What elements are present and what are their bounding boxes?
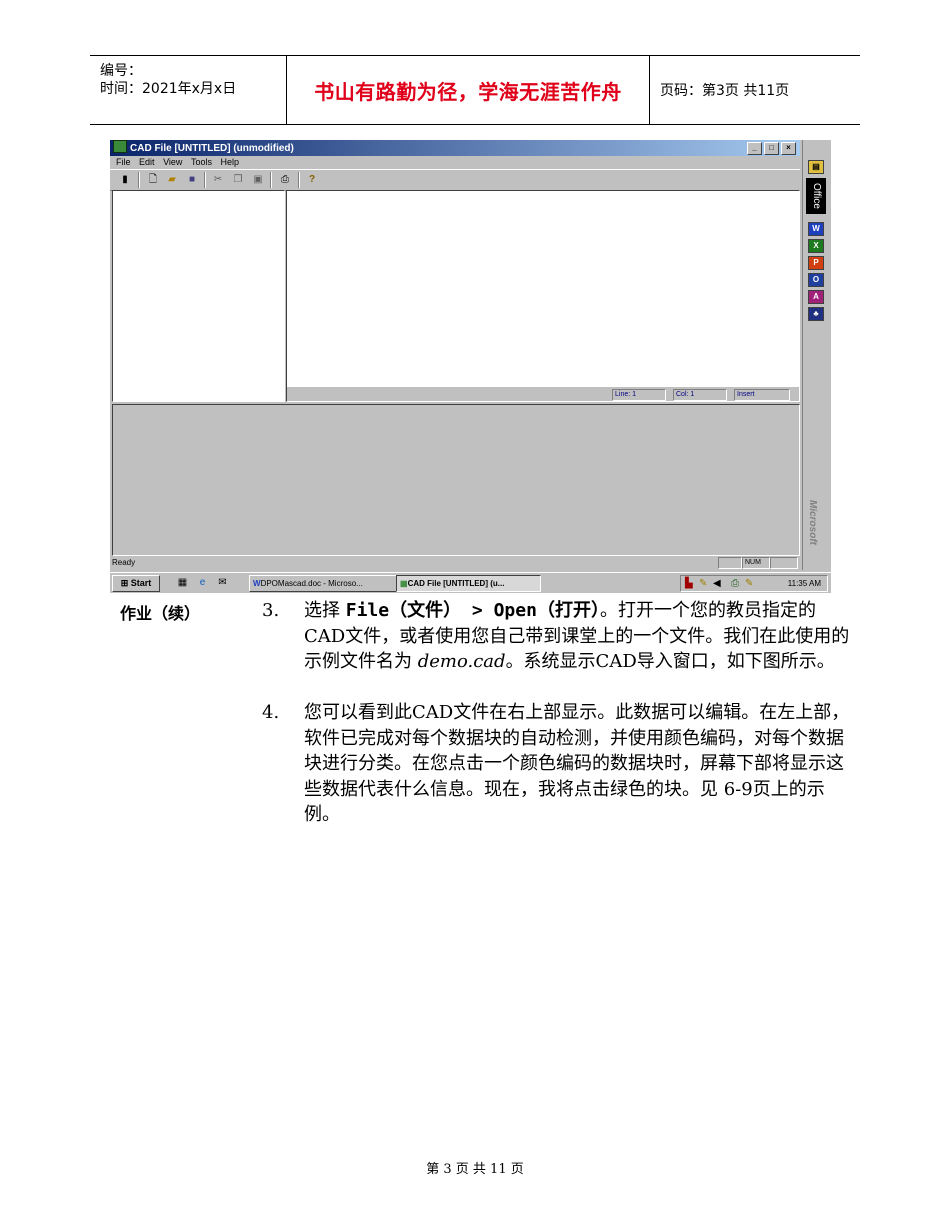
maximize-button[interactable]: □ xyxy=(764,142,779,155)
team-icon[interactable]: ♣ xyxy=(808,307,824,321)
tray-network-icon[interactable]: ▙ xyxy=(685,577,693,590)
toolbar-separator xyxy=(298,172,300,188)
copy-icon[interactable]: ❐ xyxy=(231,173,245,186)
word-icon[interactable]: W xyxy=(808,222,824,236)
toolbar-grip-icon: ▮ xyxy=(122,174,128,185)
access-icon[interactable]: A xyxy=(808,290,824,304)
editor-status-bar: Line: 1 Col: 1 Insert xyxy=(287,387,799,401)
line-indicator: Line: 1 xyxy=(612,389,666,401)
document-number: 编号： xyxy=(100,63,142,79)
open-folder-icon[interactable]: ▰ xyxy=(165,173,179,186)
app-icon: ▦ xyxy=(400,579,408,588)
menu-bar: File Edit View Tools Help xyxy=(110,156,800,169)
tray-pencil-icon[interactable]: ✎ xyxy=(699,577,707,590)
minimize-button[interactable]: _ xyxy=(747,142,762,155)
task-label: CAD File [UNTITLED] (u... xyxy=(407,579,505,588)
menu-file[interactable]: File xyxy=(116,157,131,167)
step-number: 3. xyxy=(262,600,280,621)
cut-icon[interactable]: ✂ xyxy=(211,173,225,186)
outlook-express-icon[interactable]: ✉ xyxy=(216,577,229,589)
start-button[interactable]: ⊞ Start xyxy=(112,575,160,592)
start-label: Start xyxy=(130,578,152,588)
show-desktop-icon[interactable]: ▦ xyxy=(176,577,189,589)
block-tree-pane[interactable] xyxy=(112,190,285,402)
status-cell xyxy=(770,557,798,569)
office-shortcut-bar: ▤ Office W X P O A ♣ Microsoft xyxy=(802,140,829,570)
toolbar-separator xyxy=(138,172,140,188)
excel-icon[interactable]: X xyxy=(808,239,824,253)
print-icon[interactable]: ⎙ xyxy=(278,173,292,186)
step-text-part: 。系统显示CAD导入窗口，如下图所示。 xyxy=(505,651,835,672)
step-text: 选择 File（文件） > Open（打开）。打开一个您的教员指定的CAD文件，… xyxy=(304,598,854,675)
office-label: Office xyxy=(806,178,826,214)
status-ready: Ready xyxy=(112,558,136,567)
status-cell xyxy=(718,557,742,569)
page-header: 编号： 时间：2021年x月x日 书山有路勤为径，学海无涯苦作舟 页码：第3页 … xyxy=(90,55,860,125)
insert-mode-indicator: Insert xyxy=(734,389,790,401)
office-bar-menu-icon[interactable]: ▤ xyxy=(808,160,824,174)
window-title: CAD File [UNTITLED] (unmodified) xyxy=(130,143,294,154)
toolbar-separator xyxy=(204,172,206,188)
header-page-info: 页码：第3页 共11页 xyxy=(660,83,790,99)
close-button[interactable]: × xyxy=(781,142,796,155)
system-tray: ▙ ✎ ◀ ⎙ ✎ 11:35 AM xyxy=(680,575,828,592)
menu-view[interactable]: View xyxy=(163,157,182,167)
help-icon[interactable]: ? xyxy=(305,173,319,186)
save-icon[interactable]: ■ xyxy=(185,173,199,186)
window-titlebar: CAD File [UNTITLED] (unmodified) _ □ × xyxy=(110,140,800,156)
menu-help[interactable]: Help xyxy=(220,157,239,167)
outlook-icon[interactable]: O xyxy=(808,273,824,287)
header-page-cell: 页码：第3页 共11页 xyxy=(650,56,860,124)
internet-explorer-icon[interactable]: e xyxy=(196,577,209,589)
column-indicator: Col: 1 xyxy=(673,389,727,401)
windows-logo-icon: ⊞ xyxy=(120,578,129,588)
paste-icon[interactable]: ▣ xyxy=(251,173,265,186)
motto: 书山有路勤为径，学海无涯苦作舟 xyxy=(314,79,622,104)
toolbar-separator xyxy=(270,172,272,188)
header-left-cell: 编号： 时间：2021年x月x日 xyxy=(90,56,286,124)
new-icon[interactable]: 🗋 xyxy=(146,173,160,186)
powerpoint-icon[interactable]: P xyxy=(808,256,824,270)
menu-edit[interactable]: Edit xyxy=(139,157,155,167)
word-doc-icon: W xyxy=(253,579,261,588)
document-date: 时间：2021年x月x日 xyxy=(100,81,237,97)
tray-scheduler-icon[interactable]: ✎ xyxy=(745,577,753,590)
app-icon xyxy=(113,140,127,153)
menu-tools[interactable]: Tools xyxy=(191,157,212,167)
tray-printer-icon[interactable]: ⎙ xyxy=(731,577,739,590)
header-motto-cell: 书山有路勤为径，学海无涯苦作舟 xyxy=(286,56,650,124)
menu-path: File（文件） > Open（打开） xyxy=(345,600,600,621)
clock: 11:35 AM xyxy=(787,579,821,588)
data-info-pane[interactable] xyxy=(112,404,800,556)
step-number: 4. xyxy=(262,702,280,723)
file-name: demo.cad xyxy=(417,651,506,672)
task-cad-file[interactable]: ▦CAD File [UNTITLED] (u... xyxy=(396,575,541,592)
task-label: DPOMascad.doc - Microso... xyxy=(260,579,363,588)
num-lock-indicator: NUM xyxy=(742,557,770,569)
cad-window-screenshot: CAD File [UNTITLED] (unmodified) _ □ × F… xyxy=(110,140,831,593)
status-bar: Ready NUM xyxy=(110,557,800,569)
volume-icon[interactable]: ◀ xyxy=(713,577,721,590)
step-text-part: 选择 xyxy=(304,600,346,621)
page-footer: 第 3 页 共 11 页 xyxy=(426,1162,524,1177)
toolbar: ▮ 🗋 ▰ ■ ✂ ❐ ▣ ⎙ ? xyxy=(110,169,800,191)
task-word-document[interactable]: WDPOMascad.doc - Microso... xyxy=(249,575,398,592)
editor-pane[interactable]: Line: 1 Col: 1 Insert xyxy=(286,190,800,402)
microsoft-label: Microsoft xyxy=(807,500,818,545)
section-label: 作业（续） xyxy=(120,604,201,623)
taskbar: ⊞ Start ▦ e ✉ WDPOMascad.doc - Microso..… xyxy=(110,572,831,593)
step-text: 您可以看到此CAD文件在右上部显示。此数据可以编辑。在左上部，软件已完成对每个数… xyxy=(304,702,850,825)
